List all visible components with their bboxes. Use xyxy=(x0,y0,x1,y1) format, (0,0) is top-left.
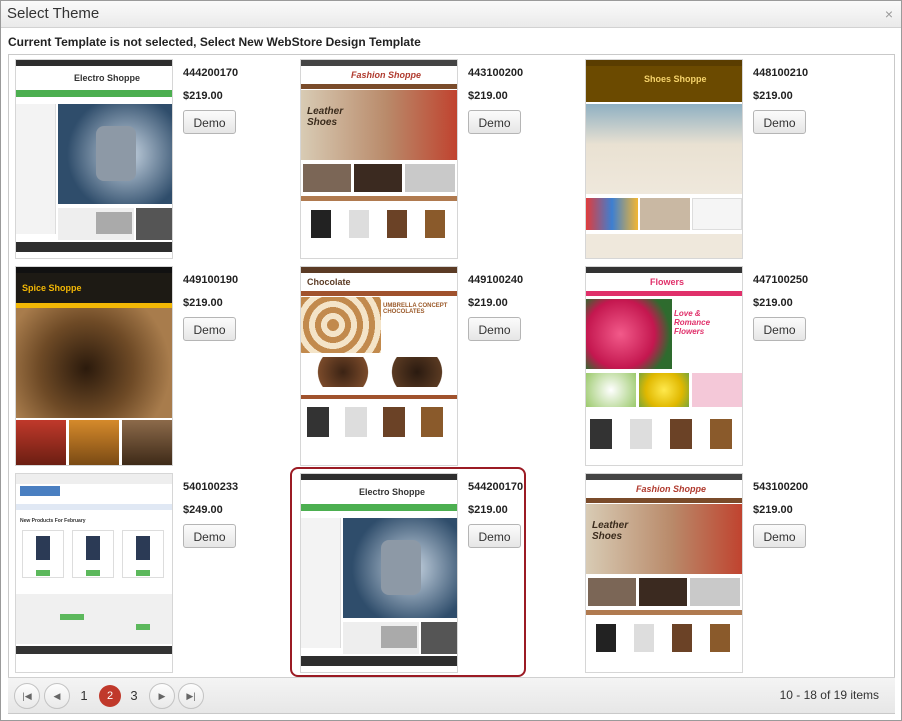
thumb-logo: Spice Shoppe xyxy=(22,283,82,293)
template-info: 447100250 $219.00 Demo xyxy=(753,274,808,341)
template-info: 448100210 $219.00 Demo xyxy=(753,67,808,134)
thumb-logo: Electro Shoppe xyxy=(359,487,426,497)
template-price: $219.00 xyxy=(753,297,793,309)
dialog-titlebar: Select Theme × xyxy=(1,1,901,28)
demo-button[interactable]: Demo xyxy=(753,317,806,341)
template-thumbnail[interactable]: Fashion Shoppe Leather Shoes xyxy=(585,473,743,673)
template-info: 543100200 $219.00 Demo xyxy=(753,481,808,548)
demo-button[interactable]: Demo xyxy=(183,110,236,134)
demo-button[interactable]: Demo xyxy=(183,317,236,341)
template-info: 544200170 $219.00 Demo xyxy=(468,481,523,548)
template-card[interactable]: Shoes Shoppe 448100210 $219.00 Demo xyxy=(579,55,819,263)
template-price: $219.00 xyxy=(468,297,508,309)
template-info: 449100190 $219.00 Demo xyxy=(183,274,238,341)
template-thumbnail[interactable]: Chocolate UMBRELLA CONCEPT CHOCOLATES xyxy=(300,266,458,466)
template-info: 540100233 $249.00 Demo xyxy=(183,481,238,548)
demo-button[interactable]: Demo xyxy=(468,317,521,341)
template-card[interactable]: Spice Shoppe 449100190 $219.00 Demo xyxy=(9,262,249,470)
template-thumbnail[interactable]: Flowers Love & Romance Flowers xyxy=(585,266,743,466)
thumb-logo: Fashion Shoppe xyxy=(636,484,707,494)
select-theme-dialog: Select Theme × Current Template is not s… xyxy=(0,0,902,721)
template-thumbnail[interactable]: Electro Shoppe xyxy=(300,473,458,673)
template-code: 443100200 xyxy=(468,67,524,79)
template-card[interactable]: Electro Shoppe 544200170 $219.00 Demo xyxy=(290,467,534,677)
demo-button[interactable]: Demo xyxy=(753,110,806,134)
demo-button[interactable]: Demo xyxy=(468,524,521,548)
first-page-button[interactable]: |◀ xyxy=(14,683,40,709)
template-thumbnail[interactable]: Spice Shoppe xyxy=(15,266,173,466)
prev-page-button[interactable]: ◀ xyxy=(44,683,70,709)
page-3-button[interactable]: 3 xyxy=(122,683,146,709)
page-1-button[interactable]: 1 xyxy=(72,683,96,709)
thumb-banner: Love & Romance Flowers xyxy=(674,309,711,336)
template-price: $219.00 xyxy=(183,90,223,102)
thumb-banner: UMBRELLA CONCEPT CHOCOLATES xyxy=(383,303,448,315)
thumb-logo: Chocolate xyxy=(307,277,351,287)
template-code: 543100200 xyxy=(753,481,809,493)
template-code: 448100210 xyxy=(753,67,809,79)
template-thumbnail[interactable]: Fashion Shoppe Leather Shoes xyxy=(300,59,458,259)
dialog-subtitle: Current Template is not selected, Select… xyxy=(8,35,421,49)
template-code: 540100233 xyxy=(183,481,239,493)
template-code: 544200170 xyxy=(468,481,524,493)
template-code: 449100190 xyxy=(183,274,239,286)
thumb-logo: Fashion Shoppe xyxy=(351,70,422,80)
template-price: $219.00 xyxy=(183,297,223,309)
pager-summary: 10 - 18 of 19 items xyxy=(779,688,879,702)
template-thumbnail[interactable]: Electro Shoppe xyxy=(15,59,173,259)
demo-button[interactable]: Demo xyxy=(753,524,806,548)
template-thumbnail[interactable]: New Products For February xyxy=(15,473,173,673)
template-card[interactable]: New Products For February 540100233 $249.0… xyxy=(9,469,249,677)
dialog-title: Select Theme xyxy=(7,5,100,22)
template-code: 444200170 xyxy=(183,67,239,79)
template-code: 447100250 xyxy=(753,274,809,286)
template-thumbnail[interactable]: Shoes Shoppe xyxy=(585,59,743,259)
template-card[interactable]: Chocolate UMBRELLA CONCEPT CHOCOLATES 4491… xyxy=(294,262,534,470)
template-grid: Electro Shoppe 444200170 $219.00 Demo Fashio… xyxy=(8,54,895,714)
thumb-banner: Leather Shoes xyxy=(307,106,344,128)
template-card[interactable]: Electro Shoppe 444200170 $219.00 Demo xyxy=(9,55,249,263)
pagination-bar: |◀ ◀ 1 2 3 ▶ ▶| 10 - 18 of 19 items xyxy=(8,677,895,713)
thumb-logo: Electro Shoppe xyxy=(74,73,141,83)
template-info: 444200170 $219.00 Demo xyxy=(183,67,238,134)
template-code: 449100240 xyxy=(468,274,524,286)
template-price: $219.00 xyxy=(753,90,793,102)
template-price: $219.00 xyxy=(468,90,508,102)
close-icon[interactable]: × xyxy=(885,6,893,22)
demo-button[interactable]: Demo xyxy=(468,110,521,134)
last-page-button[interactable]: ▶| xyxy=(178,683,204,709)
thumb-logo: Flowers xyxy=(650,277,685,287)
thumb-banner: Leather Shoes xyxy=(592,520,629,542)
next-page-button[interactable]: ▶ xyxy=(149,683,175,709)
template-price: $219.00 xyxy=(753,504,793,516)
thumb-logo: Shoes Shoppe xyxy=(644,74,707,84)
page-2-button-active[interactable]: 2 xyxy=(99,685,121,707)
template-card[interactable]: Fashion Shoppe Leather Shoes 543100200 $219… xyxy=(579,469,819,677)
template-info: 443100200 $219.00 Demo xyxy=(468,67,523,134)
template-price: $219.00 xyxy=(468,504,508,516)
template-card[interactable]: Fashion Shoppe Leather Shoes 443100200 $219… xyxy=(294,55,534,263)
thumb-banner: New Products For February xyxy=(20,518,86,524)
template-price: $249.00 xyxy=(183,504,223,516)
template-info: 449100240 $219.00 Demo xyxy=(468,274,523,341)
template-card[interactable]: Flowers Love & Romance Flowers 447100250 $2… xyxy=(579,262,819,470)
demo-button[interactable]: Demo xyxy=(183,524,236,548)
